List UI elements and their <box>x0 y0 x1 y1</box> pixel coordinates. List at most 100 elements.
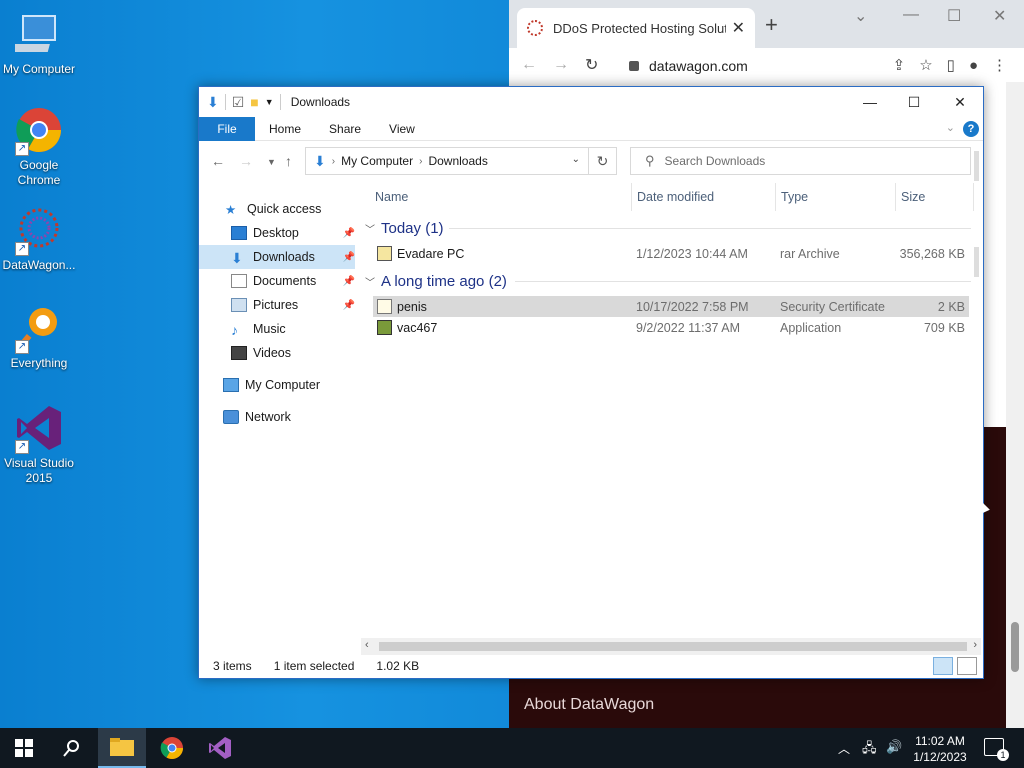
pin-icon[interactable]: 📌 <box>343 252 355 263</box>
desktop-icon-datawagon[interactable]: ↗ DataWagon... <box>0 206 78 273</box>
pin-icon[interactable]: 📌 <box>343 300 355 311</box>
expand-ribbon-icon[interactable]: ⌄ <box>946 121 955 134</box>
breadcrumb-downloads[interactable]: Downloads <box>428 154 487 168</box>
back-icon[interactable]: ← <box>521 56 553 74</box>
desktop-icon-my-computer[interactable]: My Computer <box>0 10 78 77</box>
url-bar[interactable]: datawagon.com ⇪☆▯●⋮ <box>621 53 1021 79</box>
taskbar-visual-studio[interactable] <box>196 728 244 768</box>
shortcut-arrow-icon: ↗ <box>15 142 29 156</box>
browser-tab-strip: DDoS Protected Hosting Solutio ✕ + ⌄ — ☐… <box>509 0 1024 48</box>
tab-home[interactable]: Home <box>255 122 315 136</box>
taskbar-chrome[interactable] <box>148 728 196 768</box>
nav-item-downloads[interactable]: ⬇ Downloads 📌 <box>199 245 355 269</box>
tab-file[interactable]: File <box>199 116 255 141</box>
group-header[interactable]: ﹀ Today (1) <box>365 217 971 239</box>
taskbar: ︿ 🖧 🔊 11:02 AM 1/12/2023 1 <box>0 728 1024 768</box>
tab-share[interactable]: Share <box>315 122 375 136</box>
certificate-icon <box>377 299 392 314</box>
browser-tab[interactable]: DDoS Protected Hosting Solutio ✕ <box>517 8 755 48</box>
explorer-titlebar: ⬇ ☑ ■ ▼ Downloads — ☐ ✕ <box>199 87 983 117</box>
desktop-icon-everything[interactable]: ↗ Everything <box>0 304 78 371</box>
tab-view[interactable]: View <box>375 122 429 136</box>
column-header-type[interactable]: Type <box>781 183 808 211</box>
customize-toolbar-icon[interactable]: ▼ <box>265 97 274 107</box>
share-icon[interactable]: ⇪ <box>893 57 920 74</box>
clock[interactable]: 11:02 AM 1/12/2023 <box>902 733 978 765</box>
column-header-name[interactable]: Name <box>375 183 408 211</box>
properties-icon[interactable]: ☑ <box>232 94 245 111</box>
browser-scrollbar[interactable] <box>1006 82 1024 728</box>
notification-center-icon[interactable]: 1 <box>984 738 1009 761</box>
search-icon: ⚲ <box>645 153 655 168</box>
new-tab-icon[interactable]: + <box>765 12 778 38</box>
chevron-down-icon[interactable]: ⌄ <box>572 154 580 165</box>
rar-archive-icon <box>377 246 392 261</box>
desktop-icon-label: Google Chrome <box>17 158 61 187</box>
tab-search-icon[interactable]: ⌄ <box>854 6 867 26</box>
new-folder-icon[interactable]: ■ <box>250 94 258 110</box>
music-note-icon: ♪ <box>231 322 238 338</box>
close-tab-icon[interactable]: ✕ <box>732 18 745 38</box>
column-header-date[interactable]: Date modified <box>637 183 714 211</box>
table-row[interactable]: Evadare PC 1/12/2023 10:44 AM rar Archiv… <box>373 243 969 264</box>
reload-icon[interactable]: ↻ <box>585 55 617 75</box>
profile-icon[interactable]: ● <box>969 57 992 74</box>
refresh-button[interactable]: ↻ <box>589 147 617 175</box>
desktop-icon-visual-studio[interactable]: ↗ Visual Studio 2015 <box>0 404 78 486</box>
details-view-icon[interactable] <box>933 657 953 675</box>
menu-icon[interactable]: ⋮ <box>992 57 1021 74</box>
pin-icon[interactable]: 📌 <box>343 228 355 239</box>
search-icon <box>63 740 79 757</box>
about-datawagon-link[interactable]: About DataWagon <box>524 696 654 714</box>
pictures-icon <box>231 298 247 312</box>
start-button[interactable] <box>0 728 48 768</box>
maximize-icon[interactable]: ☐ <box>891 87 937 117</box>
nav-item-my-computer[interactable]: My Computer <box>223 373 355 397</box>
download-arrow-icon: ⬇ <box>231 250 243 266</box>
minimize-icon[interactable]: — <box>847 87 893 117</box>
side-panel-icon[interactable]: ▯ <box>947 57 969 74</box>
forward-icon[interactable]: → <box>239 153 253 169</box>
computer-icon <box>7 10 63 58</box>
network-tray-icon[interactable]: 🖧 <box>862 739 877 761</box>
scroll-right-icon[interactable]: › <box>973 639 977 651</box>
minimize-icon[interactable]: — <box>903 6 919 24</box>
close-icon[interactable]: ✕ <box>937 87 983 117</box>
up-icon[interactable]: ↑ <box>285 153 292 169</box>
desktop-icon-chrome[interactable]: ↗ Google Chrome <box>0 106 78 188</box>
nav-item-network[interactable]: Network <box>223 405 355 429</box>
forward-icon[interactable]: → <box>553 56 585 74</box>
network-icon <box>223 410 239 424</box>
ribbon-tabs: File Home Share View ⌄ ? <box>199 116 983 141</box>
nav-item-music[interactable]: ♪ Music <box>231 317 355 341</box>
help-icon[interactable]: ? <box>963 121 979 137</box>
desktop-icon-label: Visual Studio 2015 <box>4 456 74 485</box>
address-bar[interactable]: ⬇ › My Computer › Downloads ⌄ <box>305 147 589 175</box>
volume-icon[interactable]: 🔊 <box>886 739 902 755</box>
desktop-folder-icon <box>231 226 247 240</box>
show-hidden-icons-icon[interactable]: ︿ <box>838 740 850 757</box>
scroll-left-icon[interactable]: ‹ <box>365 639 369 651</box>
nav-item-pictures[interactable]: Pictures 📌 <box>231 293 355 317</box>
back-icon[interactable]: ← <box>211 153 225 169</box>
nav-item-videos[interactable]: Videos <box>231 341 355 365</box>
recent-locations-icon[interactable]: ▼ <box>267 157 276 167</box>
breadcrumb-my-computer[interactable]: My Computer <box>341 154 413 168</box>
vertical-scrollbar[interactable] <box>969 143 983 277</box>
table-row[interactable]: vac467 9/2/2022 11:37 AM Application 709… <box>373 317 969 338</box>
nav-item-documents[interactable]: Documents 📌 <box>231 269 355 293</box>
horizontal-scrollbar[interactable]: ‹ › <box>361 638 981 655</box>
nav-item-desktop[interactable]: Desktop 📌 <box>231 221 355 245</box>
group-header[interactable]: ﹀ A long time ago (2) <box>365 270 971 292</box>
pin-icon[interactable]: 📌 <box>343 276 355 287</box>
search-button[interactable] <box>48 728 96 768</box>
search-input[interactable]: ⚲ Search Downloads <box>630 147 971 175</box>
table-row[interactable]: penis 10/17/2022 7:58 PM Security Certif… <box>373 296 969 317</box>
maximize-icon[interactable]: ☐ <box>947 6 961 26</box>
taskbar-file-explorer[interactable] <box>98 728 146 768</box>
large-icons-view-icon[interactable] <box>957 657 977 675</box>
bookmark-star-icon[interactable]: ☆ <box>919 57 946 74</box>
nav-item-quick-access[interactable]: ★ Quick access <box>225 197 353 221</box>
column-header-size[interactable]: Size <box>901 183 925 211</box>
close-window-icon[interactable]: ✕ <box>993 6 1006 26</box>
